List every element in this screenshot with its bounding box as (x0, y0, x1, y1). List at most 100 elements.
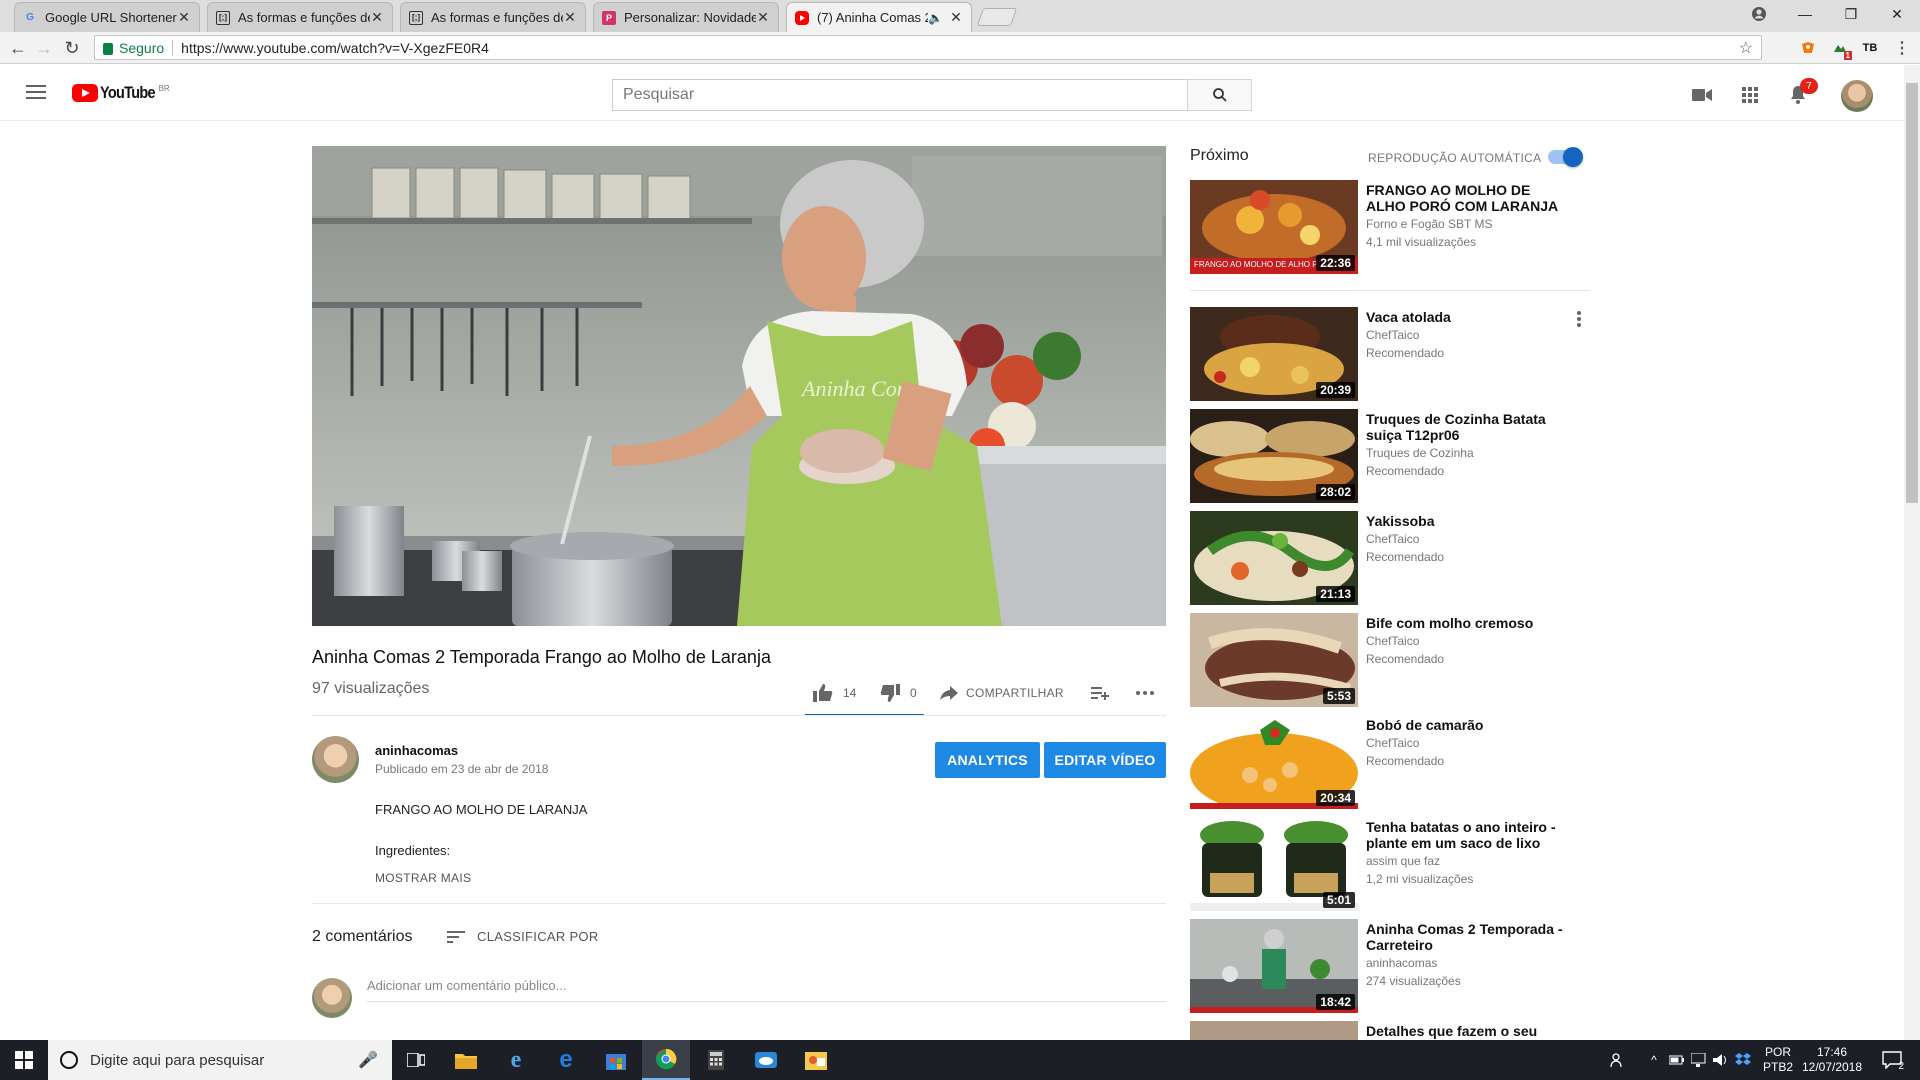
chrome-app-icon[interactable] (642, 1040, 690, 1080)
channel-name[interactable]: ChefTaico (1366, 532, 1419, 546)
people-icon[interactable] (1608, 1040, 1628, 1080)
profile-icon[interactable] (1736, 0, 1782, 28)
video-thumbnail[interactable]: FRANGO AO MOLHO DE ALHO PORÓ C 22:36 (1190, 180, 1358, 274)
edit-video-button[interactable]: EDITAR VÍDEO (1044, 742, 1166, 778)
channel-name[interactable]: ChefTaico (1366, 634, 1419, 648)
channel-name[interactable]: assim que faz (1366, 854, 1440, 868)
analytics-button[interactable]: ANALYTICS (935, 742, 1040, 778)
minimize-window-button[interactable]: — (1782, 0, 1828, 28)
close-tab-icon[interactable]: ✕ (370, 9, 384, 26)
calculator-icon[interactable] (692, 1040, 740, 1080)
search-input[interactable]: Pesquisar (612, 79, 1187, 111)
recommended-video[interactable]: 20:34 Bobó de camarão ChefTaico Recomend… (1190, 715, 1602, 811)
browser-tab[interactable]: G Google URL Shortener ✕ (14, 2, 200, 32)
recommended-video[interactable]: 21:13 Yakissoba ChefTaico Recomendado (1190, 511, 1602, 607)
browser-tab[interactable]: [;] As formas e funções de c ✕ (207, 2, 393, 32)
forward-button[interactable]: → (32, 36, 56, 60)
onedrive-icon[interactable] (742, 1040, 790, 1080)
channel-avatar[interactable] (312, 736, 359, 783)
search-button[interactable] (1187, 79, 1252, 111)
apps-grid-icon[interactable] (1738, 83, 1762, 107)
reload-button[interactable]: ↻ (60, 36, 84, 60)
battery-icon[interactable] (1668, 1040, 1686, 1080)
video-title[interactable]: Aninha Comas 2 Temporada - Carreteiro (1366, 921, 1566, 953)
channel-name[interactable]: Truques de Cozinha (1366, 446, 1474, 460)
dropbox-icon[interactable] (1734, 1040, 1752, 1080)
browser-tab[interactable]: [;] As formas e funções de c ✕ (400, 2, 586, 32)
new-tab-button[interactable] (976, 8, 1018, 26)
close-tab-icon[interactable]: ✕ (563, 9, 577, 26)
taskbar-search[interactable]: Digite aqui para pesquisar 🎤 (48, 1040, 392, 1080)
video-thumbnail[interactable]: 21:13 (1190, 511, 1358, 605)
clock[interactable]: 17:46 12/07/2018 (1800, 1040, 1864, 1080)
account-avatar[interactable] (1841, 80, 1873, 112)
channel-name[interactable]: aninhacomas (1366, 956, 1437, 970)
video-title[interactable]: Yakissoba (1366, 513, 1566, 529)
video-title[interactable]: Bife com molho cremoso (1366, 615, 1566, 631)
extension-counter-icon[interactable]: 1 (1830, 38, 1852, 60)
more-actions-button[interactable] (1136, 683, 1154, 703)
dislike-button[interactable]: 0 (880, 683, 917, 703)
recommended-video[interactable]: 5:01 Tenha batatas o ano inteiro - plant… (1190, 817, 1602, 913)
action-center-icon[interactable]: 2 (1872, 1040, 1912, 1080)
channel-name[interactable]: Forno e Fogão SBT MS (1366, 217, 1493, 231)
browser-tab[interactable]: P Personalizar: Novidades - ✕ (593, 2, 779, 32)
add-to-playlist-button[interactable] (1091, 683, 1109, 703)
url-text[interactable]: https://www.youtube.com/watch?v=V-XgezFE… (181, 40, 489, 56)
address-bar[interactable]: Seguro https://www.youtube.com/watch?v=V… (94, 35, 1762, 60)
video-thumbnail[interactable]: 20:39 (1190, 307, 1358, 401)
language-indicator[interactable]: POR PTB2 (1756, 1040, 1800, 1080)
video-thumbnail[interactable] (1190, 1021, 1358, 1040)
show-more-button[interactable]: MOSTRAR MAIS (375, 871, 471, 885)
microphone-icon[interactable]: 🎤 (358, 1050, 378, 1070)
show-hidden-icons-icon[interactable]: ^ (1646, 1040, 1662, 1080)
video-thumbnail[interactable]: 5:01 (1190, 817, 1358, 911)
video-title[interactable]: Truques de Cozinha Batata suiça T12pr06 (1366, 411, 1566, 443)
close-tab-icon[interactable]: ✕ (177, 9, 191, 26)
network-icon[interactable] (1690, 1040, 1708, 1080)
recommended-video[interactable]: Detalhes que fazem o seu (1190, 1021, 1602, 1040)
close-tab-icon[interactable]: ✕ (949, 9, 963, 26)
recommended-video[interactable]: 20:39 Vaca atolada ChefTaico Recomendado (1190, 307, 1602, 403)
video-thumbnail[interactable]: 18:42 (1190, 919, 1358, 1013)
close-window-button[interactable]: ✕ (1874, 0, 1920, 28)
volume-icon[interactable] (1712, 1040, 1730, 1080)
recommended-video[interactable]: 5:53 Bife com molho cremoso ChefTaico Re… (1190, 613, 1602, 709)
scrollbar-thumb[interactable] (1906, 83, 1918, 503)
video-title[interactable]: FRANGO AO MOLHO DE ALHO PORÓ COM LARANJA (1366, 182, 1566, 214)
browser-menu-icon[interactable]: ⋮ (1892, 38, 1912, 58)
task-view-icon[interactable] (392, 1040, 440, 1080)
maximize-window-button[interactable]: ❐ (1828, 0, 1874, 28)
upload-video-icon[interactable] (1690, 83, 1714, 107)
start-button[interactable] (0, 1040, 48, 1080)
channel-name[interactable]: ChefTaico (1366, 328, 1419, 342)
store-app-icon[interactable] (592, 1040, 640, 1080)
edge-browser-icon[interactable]: e (542, 1040, 590, 1080)
video-player[interactable]: Aninha Comas (312, 146, 1166, 626)
more-options-icon[interactable] (1577, 311, 1581, 327)
video-thumbnail[interactable]: 5:53 (1190, 613, 1358, 707)
youtube-logo[interactable]: YouTube BR (72, 84, 170, 102)
channel-name[interactable]: ChefTaico (1366, 736, 1419, 750)
bookmark-star-icon[interactable]: ☆ (1739, 38, 1753, 58)
video-title[interactable]: Vaca atolada (1366, 309, 1566, 325)
recommended-video[interactable]: 28:02 Truques de Cozinha Batata suiça T1… (1190, 409, 1602, 505)
video-title[interactable]: Tenha batatas o ano inteiro - plante em … (1366, 819, 1566, 851)
back-button[interactable]: ← (6, 36, 30, 60)
video-thumbnail[interactable]: 28:02 (1190, 409, 1358, 503)
recommended-video[interactable]: 18:42 Aninha Comas 2 Temporada - Carrete… (1190, 919, 1602, 1015)
sort-comments-button[interactable]: CLASSIFICAR POR (447, 929, 599, 944)
close-tab-icon[interactable]: ✕ (756, 9, 770, 26)
video-thumbnail[interactable]: 20:34 (1190, 715, 1358, 809)
comment-input[interactable]: Adicionar um comentário público... (367, 978, 1166, 1002)
share-button[interactable]: COMPARTILHAR (940, 683, 1064, 703)
like-button[interactable]: 14 (813, 683, 856, 703)
extension-tb-icon[interactable]: TB (1860, 38, 1880, 58)
video-title[interactable]: Detalhes que fazem o seu (1366, 1023, 1566, 1039)
file-explorer-icon[interactable] (442, 1040, 490, 1080)
guide-menu-icon[interactable] (26, 85, 46, 99)
internet-explorer-icon[interactable]: e (492, 1040, 540, 1080)
autoplay-toggle[interactable] (1548, 147, 1583, 167)
audio-playing-icon[interactable]: 🔈 (928, 11, 943, 25)
browser-tab-active[interactable]: (7) Aninha Comas 2 Te 🔈 ✕ (786, 2, 972, 32)
